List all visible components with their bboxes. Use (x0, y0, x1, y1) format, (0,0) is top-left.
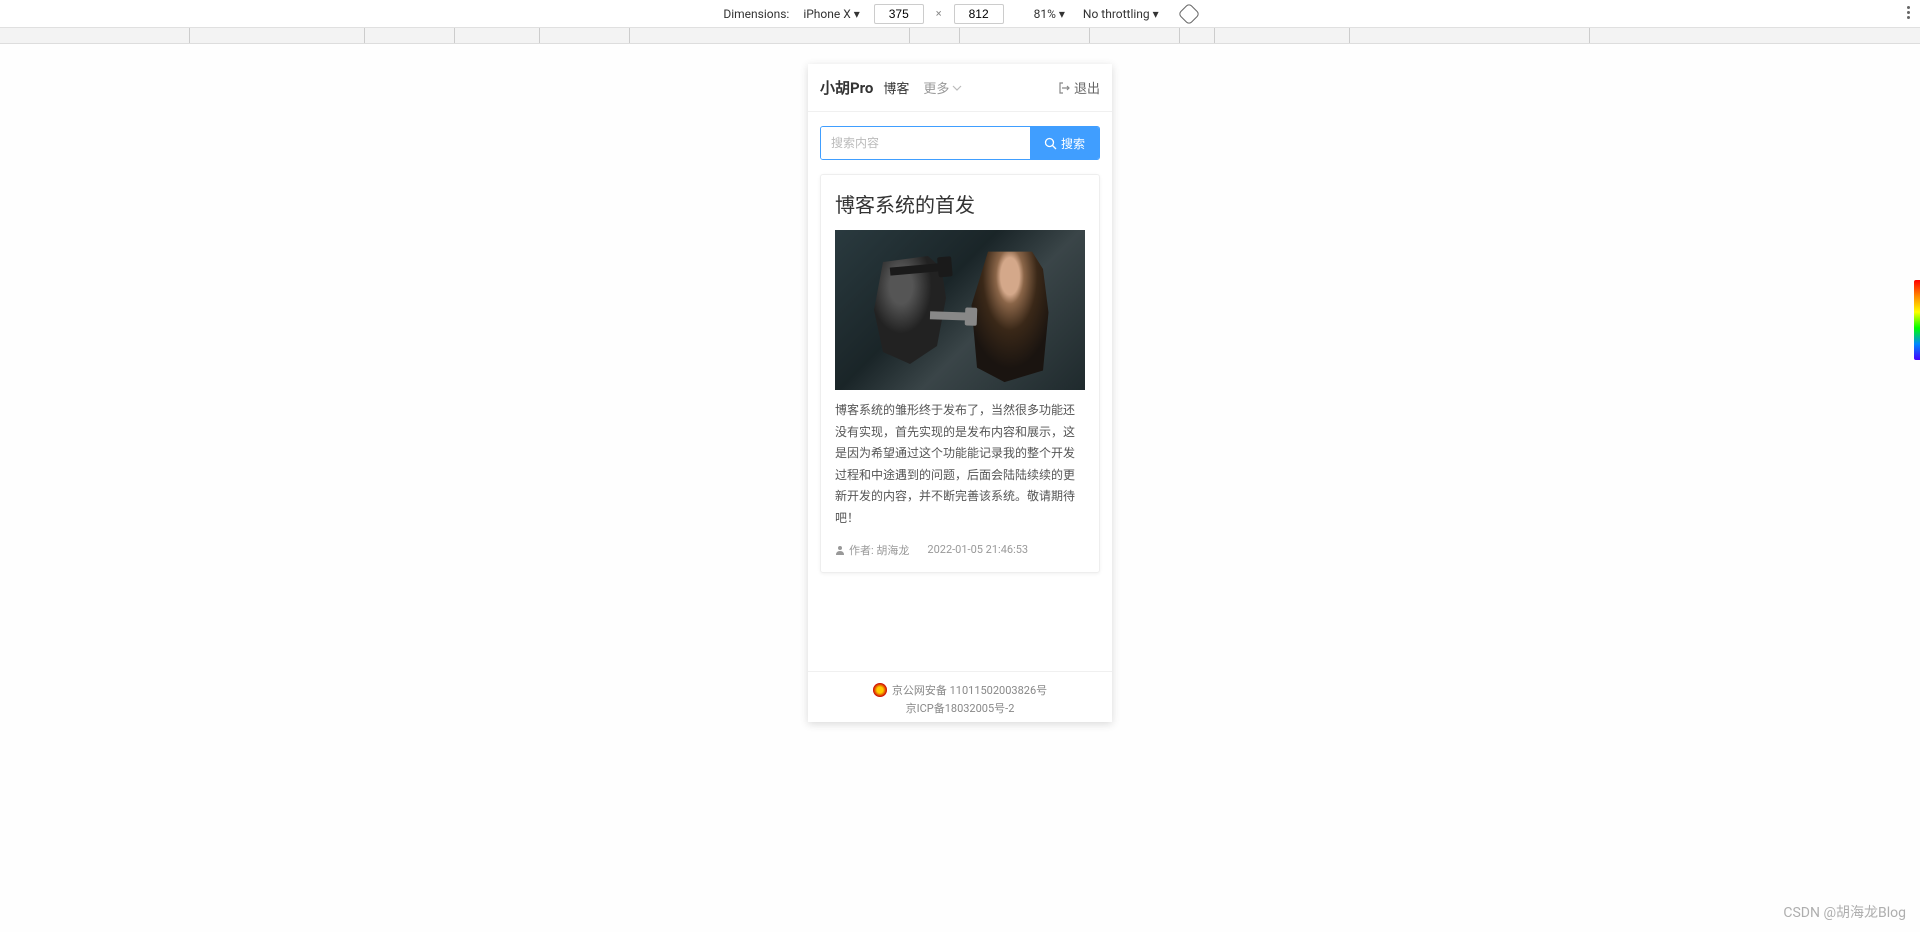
app-header: 小胡Pro 博客 更多 退出 (808, 64, 1112, 112)
height-input[interactable] (954, 4, 1004, 24)
nav-blog[interactable]: 博客 (883, 78, 909, 97)
user-icon (835, 545, 845, 555)
watermark: CSDN @胡海龙Blog (1783, 902, 1906, 922)
throttling-select[interactable]: No throttling ▾ (1079, 5, 1163, 23)
search-icon (1044, 137, 1057, 150)
search-bar: 搜索 (820, 126, 1100, 160)
post-excerpt: 博客系统的雏形终于发布了，当然很多功能还没有实现，首先实现的是发布内容和展示，这… (835, 400, 1085, 530)
kebab-menu-icon[interactable] (1907, 6, 1910, 19)
post-title: 博客系统的首发 (835, 189, 1085, 218)
color-scale-bar (1914, 280, 1920, 360)
footer-beian-2[interactable]: 京ICP备18032005号-2 (808, 700, 1112, 716)
logout-icon (1058, 82, 1070, 94)
post-meta: 作者: 胡海龙 2022-01-05 21:46:53 (835, 542, 1085, 558)
app-body: 搜索 博客系统的首发 博客系统的雏形终于发布了，当然很多功能还没有实现，首先实现… (808, 112, 1112, 587)
nav-more[interactable]: 更多 (923, 78, 962, 97)
logout-button[interactable]: 退出 (1058, 78, 1100, 97)
logout-label: 退出 (1074, 78, 1100, 97)
nav-more-label: 更多 (923, 78, 949, 97)
post-author: 作者: 胡海龙 (835, 542, 909, 558)
search-button[interactable]: 搜索 (1030, 127, 1099, 159)
device-select[interactable]: iPhone X ▾ (799, 5, 863, 23)
device-viewport: 小胡Pro 博客 更多 退出 搜索 (0, 44, 1920, 932)
dimensions-label: Dimensions: (723, 7, 789, 21)
post-image (835, 230, 1085, 390)
post-card[interactable]: 博客系统的首发 博客系统的雏形终于发布了，当然很多功能还没有实现，首先实现的是发… (820, 174, 1100, 573)
post-date: 2022-01-05 21:46:53 (927, 543, 1028, 556)
search-button-label: 搜索 (1061, 135, 1085, 152)
dimension-separator: × (936, 7, 942, 20)
zoom-select[interactable]: 81% ▾ (1030, 5, 1069, 23)
ruler (0, 28, 1920, 44)
rotate-icon[interactable] (1177, 2, 1200, 25)
width-input[interactable] (874, 4, 924, 24)
device-frame: 小胡Pro 博客 更多 退出 搜索 (808, 64, 1112, 722)
devtools-toolbar: Dimensions: iPhone X ▾ × 81% ▾ No thrott… (0, 0, 1920, 28)
police-badge-icon (873, 683, 887, 697)
footer-beian-1[interactable]: 京公网安备 11011502003826号 (892, 682, 1047, 698)
app-footer: 京公网安备 11011502003826号 京ICP备18032005号-2 (808, 671, 1112, 722)
app-logo[interactable]: 小胡Pro (820, 77, 873, 98)
chevron-down-icon (952, 83, 962, 93)
search-input[interactable] (821, 127, 1030, 159)
